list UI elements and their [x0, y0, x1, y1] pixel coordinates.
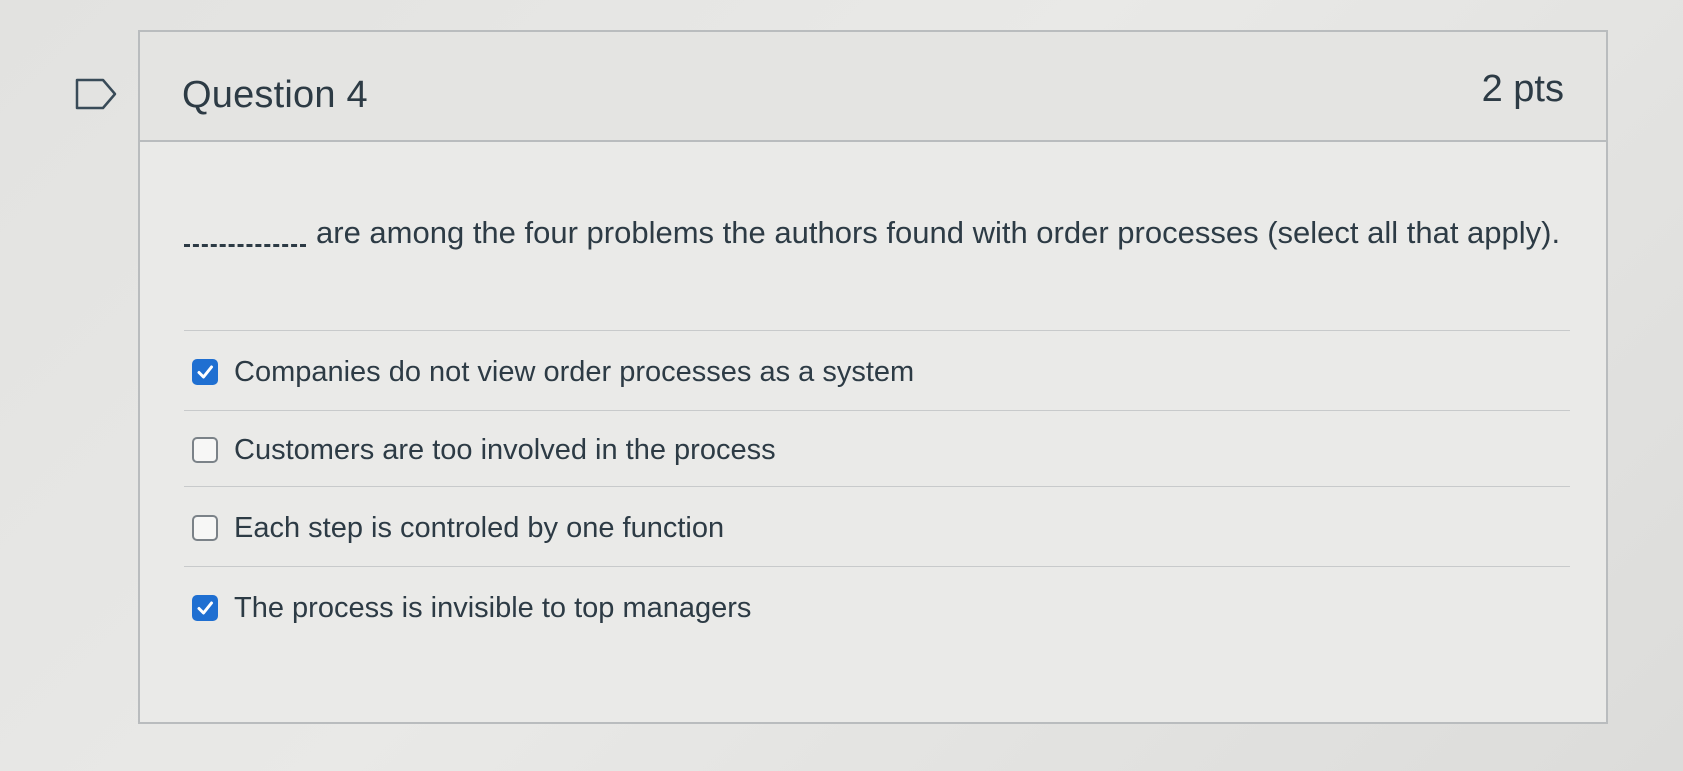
question-prompt-text: are among the four problems the authors …	[316, 215, 1561, 250]
divider	[184, 330, 1570, 331]
answer-option-3[interactable]: Each step is controled by one function	[192, 508, 724, 548]
answer-option-2[interactable]: Customers are too involved in the proces…	[192, 430, 776, 470]
answer-checkbox[interactable]	[192, 437, 218, 463]
answer-option-1[interactable]: Companies do not view order processes as…	[192, 352, 914, 392]
answer-label: Companies do not view order processes as…	[234, 355, 915, 388]
flag-question-icon[interactable]	[75, 78, 117, 110]
answer-label: Each step is controled by one function	[234, 511, 725, 544]
divider	[184, 410, 1570, 411]
divider	[184, 486, 1570, 487]
answer-label: Customers are too involved in the proces…	[234, 433, 776, 466]
answer-checkbox[interactable]	[192, 359, 218, 385]
fill-in-blank	[184, 222, 306, 248]
checkmark-icon	[197, 365, 213, 379]
divider	[184, 566, 1570, 567]
answer-label: The process is invisible to top managers	[234, 591, 752, 624]
question-card: Question 4 2 pts are among the four prob…	[138, 30, 1608, 724]
checkmark-icon	[197, 601, 213, 615]
answer-option-4[interactable]: The process is invisible to top managers	[192, 588, 751, 628]
answer-checkbox[interactable]	[192, 515, 218, 541]
question-header: Question 4 2 pts	[140, 32, 1606, 142]
question-title: Question 4	[182, 74, 368, 116]
answer-checkbox[interactable]	[192, 595, 218, 621]
question-prompt: are among the four problems the authors …	[184, 202, 1574, 264]
question-points: 2 pts	[1481, 68, 1564, 110]
